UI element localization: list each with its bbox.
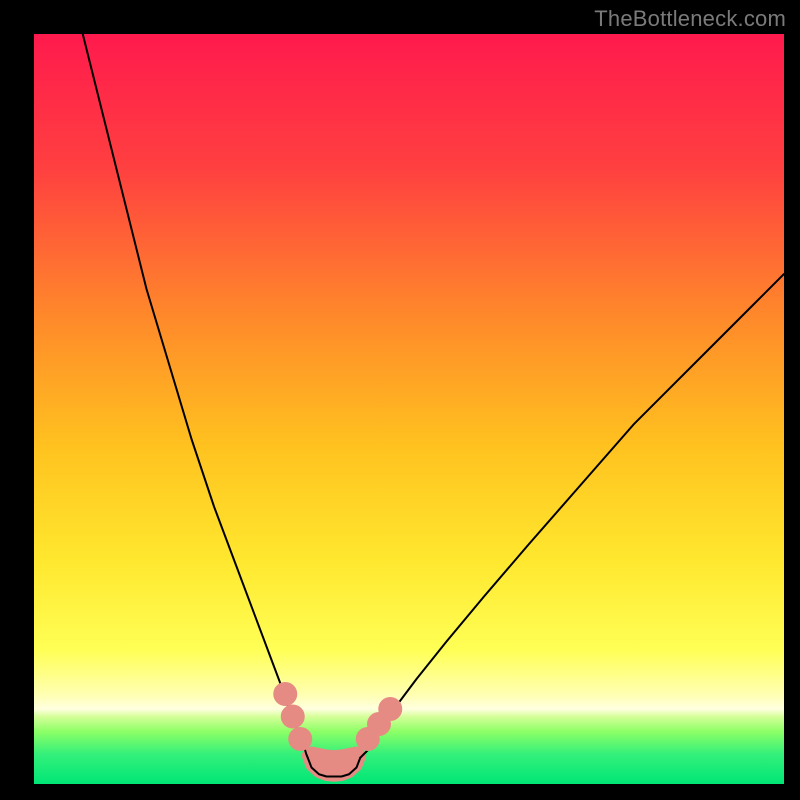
left-dot-3 bbox=[288, 727, 312, 751]
watermark-text: TheBottleneck.com bbox=[594, 6, 786, 32]
left-dot-2 bbox=[281, 705, 305, 729]
gradient-background bbox=[34, 34, 784, 784]
bottleneck-chart bbox=[34, 34, 784, 784]
right-dot-3 bbox=[378, 697, 402, 721]
chart-frame: TheBottleneck.com bbox=[0, 0, 800, 800]
left-dot-1 bbox=[273, 682, 297, 706]
